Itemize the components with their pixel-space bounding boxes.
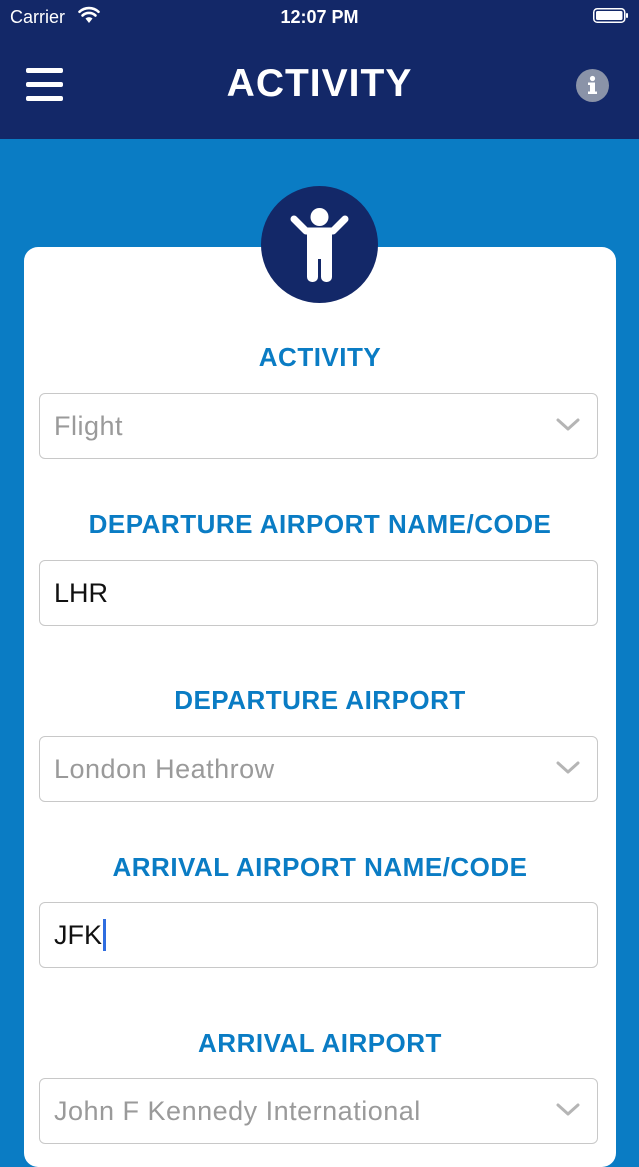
arrival-code-input[interactable]: JFK — [39, 902, 598, 968]
departure-code-label: DEPARTURE AIRPORT NAME/CODE — [88, 509, 552, 539]
departure-code-value: LHR — [54, 578, 109, 608]
arrival-airport-label: ARRIVAL AIRPORT — [198, 1028, 442, 1058]
chevron-down-icon — [556, 418, 580, 431]
activity-avatar — [261, 186, 378, 303]
arrival-code-label: ARRIVAL AIRPORT NAME/CODE — [112, 852, 528, 882]
clock-time: 12:07 PM — [280, 7, 359, 27]
arrival-airport-select[interactable]: John F Kennedy International — [39, 1078, 598, 1144]
departure-airport-label: DEPARTURE AIRPORT — [174, 685, 466, 715]
activity-value: Flight — [54, 411, 124, 441]
battery-icon — [593, 8, 628, 23]
activity-select[interactable]: Flight — [39, 393, 598, 459]
chevron-down-icon — [556, 1103, 580, 1116]
status-bar: Carrier 12:07 PM — [0, 0, 639, 34]
arrival-code-value: JFK — [54, 920, 103, 950]
info-icon — [588, 75, 597, 94]
person-icon — [290, 208, 349, 282]
top-nav-bar: Carrier 12:07 PM ACTIVITY — [0, 0, 639, 139]
arrival-airport-value: John F Kennedy International — [54, 1096, 421, 1126]
chevron-down-icon — [556, 761, 580, 774]
activity-label: ACTIVITY — [258, 342, 382, 372]
departure-code-input[interactable]: LHR — [39, 560, 598, 626]
page-title: ACTIVITY — [226, 62, 413, 105]
text-cursor — [103, 918, 107, 951]
departure-airport-select[interactable]: London Heathrow — [39, 736, 598, 802]
info-button[interactable] — [576, 69, 609, 102]
departure-airport-value: London Heathrow — [54, 754, 275, 784]
